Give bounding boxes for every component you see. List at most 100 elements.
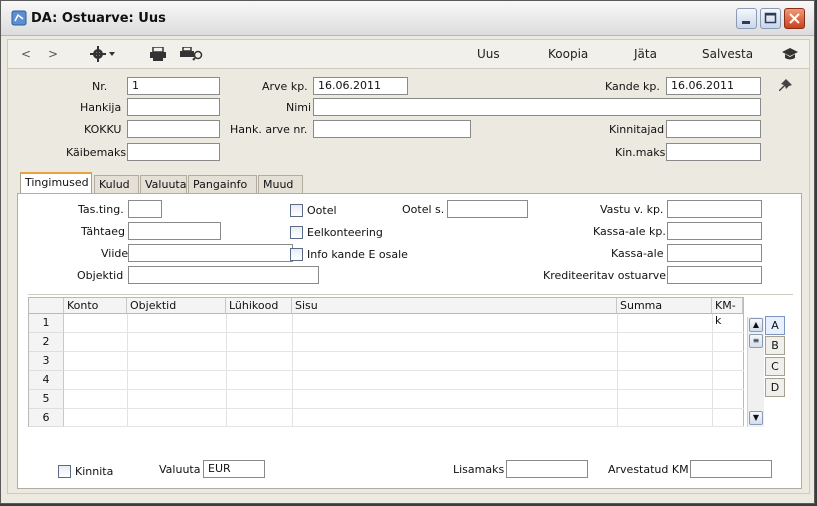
discount-date-field[interactable] bbox=[667, 222, 762, 240]
info-label: Info kande E osale bbox=[307, 248, 408, 261]
close-button[interactable] bbox=[784, 8, 805, 29]
row-number[interactable]: 6 bbox=[29, 409, 64, 427]
table-row[interactable] bbox=[64, 314, 744, 333]
row-number[interactable]: 5 bbox=[29, 390, 64, 409]
col-objektid[interactable]: Objektid bbox=[127, 298, 226, 314]
transaction-date-field[interactable]: 16.06.2011 bbox=[666, 77, 761, 95]
supplier-field[interactable] bbox=[127, 98, 220, 116]
currency-field[interactable]: EUR bbox=[203, 460, 265, 478]
ootel-s-label: Ootel s. bbox=[402, 203, 445, 216]
tab-muud[interactable]: Muud bbox=[258, 175, 303, 193]
table-row[interactable] bbox=[64, 390, 744, 409]
toolbar: < > Uus Koopia Jäta Salvesta bbox=[7, 39, 810, 69]
save-button[interactable]: Salvesta bbox=[702, 47, 753, 61]
row-number[interactable]: 1 bbox=[29, 314, 64, 333]
row-number[interactable]: 2 bbox=[29, 333, 64, 352]
fixed-tax-field[interactable] bbox=[666, 143, 761, 161]
new-button[interactable]: Uus bbox=[477, 47, 500, 61]
received-date-field[interactable] bbox=[667, 200, 762, 218]
kassa-ale-label: Kassa-ale bbox=[611, 247, 664, 260]
forward-button[interactable]: > bbox=[48, 47, 58, 61]
tab-tingimused[interactable]: Tingimused bbox=[20, 172, 92, 194]
arvestatud-km-label: Arvestatud KM bbox=[608, 463, 689, 476]
copy-button[interactable]: Koopia bbox=[548, 47, 588, 61]
info-checkbox[interactable] bbox=[290, 248, 303, 261]
tab-pangainfo[interactable]: Pangainfo bbox=[188, 175, 257, 193]
col-luhikood[interactable]: Lühikood bbox=[226, 298, 292, 314]
back-button[interactable]: < bbox=[21, 47, 31, 61]
ootel-label: Ootel bbox=[307, 204, 337, 217]
title-bar[interactable]: DA: Ostuarve: Uus bbox=[1, 1, 814, 36]
minimize-button[interactable] bbox=[736, 8, 757, 29]
table-row[interactable] bbox=[64, 409, 744, 427]
col-konto[interactable]: Konto bbox=[64, 298, 127, 314]
col-sisu[interactable]: Sisu bbox=[292, 298, 617, 314]
print-preview-icon[interactable] bbox=[180, 47, 204, 61]
nr-field[interactable]: 1 bbox=[127, 77, 220, 95]
col-km-k[interactable]: KM-k bbox=[712, 298, 743, 327]
eelkonteering-label: Eelkonteering bbox=[307, 226, 383, 239]
table-row[interactable] bbox=[64, 333, 744, 352]
separator bbox=[28, 294, 793, 295]
objects-field[interactable] bbox=[128, 266, 319, 284]
approvers-field[interactable] bbox=[666, 120, 761, 138]
discard-button[interactable]: Jäta bbox=[634, 47, 657, 61]
side-tab-b[interactable]: B bbox=[765, 336, 785, 355]
table-row[interactable] bbox=[64, 352, 744, 371]
valuuta-label: Valuuta bbox=[159, 463, 201, 476]
app-icon bbox=[11, 10, 27, 26]
pin-icon[interactable] bbox=[779, 78, 793, 92]
total-field[interactable] bbox=[127, 120, 220, 138]
invoice-form: Nr. 1 Arve kp. 16.06.2011 Kande kp. 16.0… bbox=[7, 69, 810, 494]
kaibemaks-label: Käibemaks bbox=[66, 146, 127, 159]
col-summa[interactable]: Summa bbox=[617, 298, 712, 314]
objektid-label: Objektid bbox=[77, 269, 124, 282]
arve-kp-label: Arve kp. bbox=[262, 80, 308, 93]
vat-field[interactable] bbox=[127, 143, 220, 161]
graduation-cap-icon[interactable] bbox=[782, 48, 798, 60]
side-tab-c[interactable]: C bbox=[765, 357, 785, 376]
vastu-label: Vastu v. kp. bbox=[600, 203, 664, 216]
eelkonteering-checkbox[interactable] bbox=[290, 226, 303, 239]
nr-label: Nr. bbox=[92, 80, 108, 93]
nimi-label: Nimi bbox=[286, 101, 312, 114]
calculated-vat-field[interactable] bbox=[690, 460, 772, 478]
ootel-checkbox[interactable] bbox=[290, 204, 303, 217]
supplier-invoice-no-field[interactable] bbox=[313, 120, 471, 138]
tab-valuuta[interactable]: Valuuta bbox=[140, 175, 187, 193]
side-tab-a[interactable]: A bbox=[765, 316, 785, 335]
kinnita-checkbox[interactable] bbox=[58, 465, 71, 478]
grid-scrollbar[interactable]: ▲ ≡ ▼ bbox=[747, 317, 764, 427]
credited-invoice-field[interactable] bbox=[667, 266, 762, 284]
tas-ting-label: Tas.ting. bbox=[78, 203, 124, 216]
kande-kp-label: Kande kp. bbox=[605, 80, 660, 93]
tab-kulud[interactable]: Kulud bbox=[94, 175, 139, 193]
gear-icon[interactable] bbox=[90, 46, 116, 62]
due-date-field[interactable] bbox=[128, 222, 221, 240]
krediteeritav-label: Krediteeritav ostuarve bbox=[543, 269, 667, 282]
row-number[interactable]: 3 bbox=[29, 352, 64, 371]
scroll-down-icon[interactable]: ▼ bbox=[749, 411, 763, 425]
rows-grid: Konto Objektid Lühikood Sisu Summa KM-k … bbox=[28, 297, 744, 427]
tahtaeg-label: Tähtaeg bbox=[81, 225, 125, 238]
name-field[interactable] bbox=[313, 98, 761, 116]
viide-label: Viide bbox=[101, 247, 129, 260]
hankija-label: Hankija bbox=[80, 101, 122, 114]
side-tab-d[interactable]: D bbox=[765, 378, 785, 397]
scroll-thumb[interactable]: ≡ bbox=[749, 334, 763, 348]
minimize-icon bbox=[742, 21, 750, 24]
table-row[interactable] bbox=[64, 371, 744, 390]
maximize-icon bbox=[764, 12, 777, 24]
scroll-up-icon[interactable]: ▲ bbox=[749, 318, 763, 332]
payment-terms-field[interactable] bbox=[128, 200, 162, 218]
on-hold-reason-field[interactable] bbox=[447, 200, 528, 218]
discount-field[interactable] bbox=[667, 244, 762, 262]
app-window: DA: Ostuarve: Uus < > Uus Koopia Jäta Sa… bbox=[0, 0, 815, 504]
extra-tax-field[interactable] bbox=[506, 460, 588, 478]
invoice-date-field[interactable]: 16.06.2011 bbox=[313, 77, 408, 95]
maximize-button[interactable] bbox=[760, 8, 781, 29]
print-icon[interactable] bbox=[150, 47, 166, 61]
row-number[interactable]: 4 bbox=[29, 371, 64, 390]
reference-field[interactable] bbox=[128, 244, 293, 262]
kinnita-label: Kinnita bbox=[75, 465, 114, 478]
